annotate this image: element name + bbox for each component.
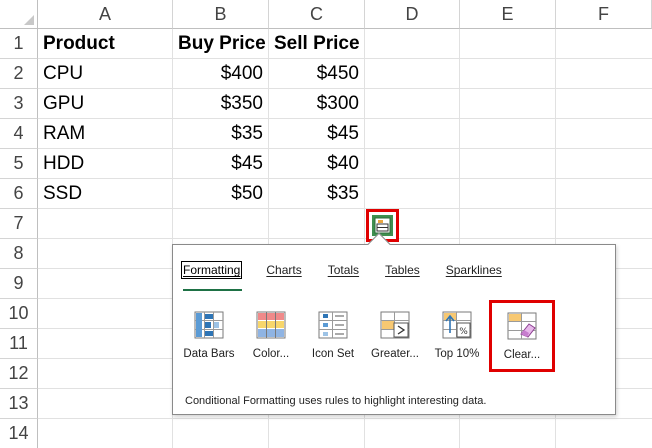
top-ten-percent-button[interactable]: % Top 10% [427,307,487,371]
tab-tables[interactable]: Tables [385,263,420,291]
cell-buy-price[interactable]: $50 [173,179,269,209]
panel-description: Conditional Formatting uses rules to hig… [185,395,487,407]
row-header[interactable]: 8 [0,239,38,269]
svg-text:%: % [459,327,468,337]
column-header-e[interactable]: E [460,0,556,29]
color-scale-button[interactable]: Color... [241,307,301,371]
row-header[interactable]: 7 [0,209,38,239]
column-header-c[interactable]: C [269,0,365,29]
cell-sell-price[interactable]: $40 [269,149,365,179]
option-label: Color... [252,348,290,360]
greater-than-button[interactable]: Greater... [365,307,425,371]
row-header[interactable]: 9 [0,269,38,299]
clear-format-button[interactable]: Clear... [489,300,555,372]
formatting-options: Data Bars Color... Icon Set Greater... %… [179,300,557,372]
column-header-b[interactable]: B [173,0,269,29]
tab-sparklines[interactable]: Sparklines [446,263,502,291]
column-header-a[interactable]: A [38,0,173,29]
row-header[interactable]: 1 [0,29,38,59]
cell-product[interactable]: RAM [38,119,173,149]
select-all-corner[interactable] [0,0,38,29]
row-header[interactable]: 11 [0,329,38,359]
cell-buy-price[interactable]: $350 [173,89,269,119]
row-header[interactable]: 2 [0,59,38,89]
option-label: Icon Set [311,348,355,360]
row-header[interactable]: 10 [0,299,38,329]
cell-buy-price[interactable]: $400 [173,59,269,89]
icon-set-button[interactable]: Icon Set [303,307,363,371]
cell-sell-price[interactable]: $450 [269,59,365,89]
cell-sell-price[interactable]: $45 [269,119,365,149]
top-ten-percent-icon: % [442,311,472,339]
tab-totals[interactable]: Totals [328,263,359,291]
row-header[interactable]: 12 [0,359,38,389]
cell-a1[interactable]: Product [38,29,173,59]
cell-product[interactable]: GPU [38,89,173,119]
cell-sell-price[interactable]: $300 [269,89,365,119]
cell-b1[interactable]: Buy Price [173,29,269,59]
color-scale-icon [256,311,286,339]
tab-formatting[interactable]: Formatting [180,261,243,291]
option-label: Clear... [503,349,541,361]
quick-analysis-tabs: Formatting Charts Totals Tables Sparklin… [180,261,528,291]
greater-than-icon [380,311,410,339]
cell-sell-price[interactable]: $35 [269,179,365,209]
row-header[interactable]: 3 [0,89,38,119]
clear-format-icon [507,312,537,340]
option-label: Greater... [371,348,419,360]
column-header-f[interactable]: F [556,0,652,29]
row-header[interactable]: 5 [0,149,38,179]
cell-product[interactable]: HDD [38,149,173,179]
data-bars-icon [194,311,224,339]
tab-charts[interactable]: Charts [266,263,301,291]
row-header[interactable]: 13 [0,389,38,419]
icon-set-icon [318,311,348,339]
cell-c1[interactable]: Sell Price [269,29,365,59]
cell-product[interactable]: CPU [38,59,173,89]
row-header[interactable]: 4 [0,119,38,149]
row-header[interactable]: 14 [0,419,38,448]
data-bars-button[interactable]: Data Bars [179,307,239,371]
cell-product[interactable]: SSD [38,179,173,209]
column-header-d[interactable]: D [365,0,460,29]
row-header[interactable]: 6 [0,179,38,209]
quick-analysis-icon [372,215,393,236]
quick-analysis-panel: Formatting Charts Totals Tables Sparklin… [172,232,616,415]
option-label: Data Bars [183,348,235,360]
cell-buy-price[interactable]: $35 [173,119,269,149]
option-label: Top 10% [434,348,480,360]
cell-buy-price[interactable]: $45 [173,149,269,179]
